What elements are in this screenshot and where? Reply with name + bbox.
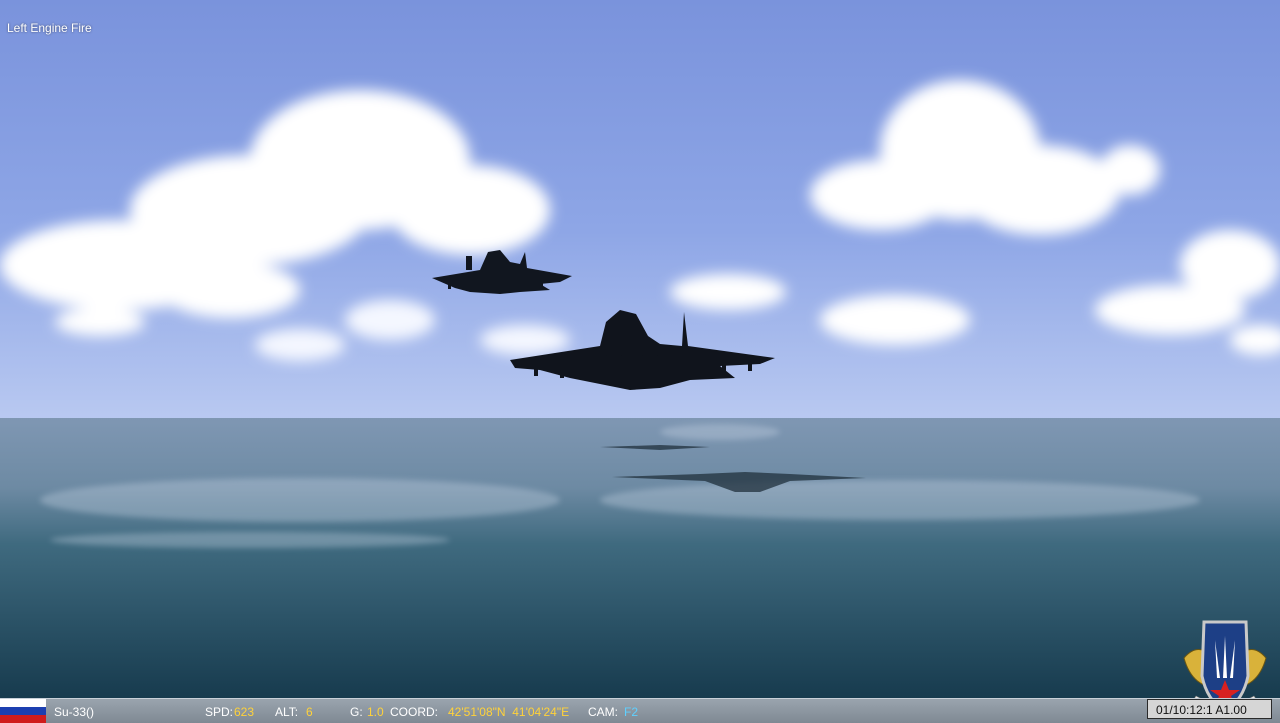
coord-label: COORD: [390,705,438,719]
camera-label: CAM: [588,705,618,719]
russian-flag-icon [0,699,46,723]
status-bar: Su-33() SPD: 623 ALT: 6 G: 1.0 COORD: 42… [0,698,1280,723]
hud-warning-message: Left Engine Fire [7,21,92,35]
g-value: 1.0 [367,705,384,719]
coord-value: 42'51'08"N 41'04'24"E [448,705,570,719]
speed-value: 623 [234,705,255,719]
speed-label: SPD: [205,705,234,719]
altitude-value: 6 [306,705,313,719]
aircraft-name: Su-33() [54,705,95,719]
sea [0,418,1280,698]
mission-clock: 01/10:12:1 A1.00 [1147,699,1272,719]
altitude-label: ALT: [275,705,299,719]
camera-value: F2 [624,705,639,719]
g-label: G: [350,705,363,719]
game-viewport [0,0,1280,698]
